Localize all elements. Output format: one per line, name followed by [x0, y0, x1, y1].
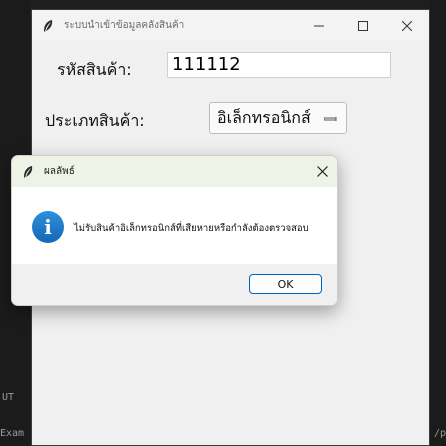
dialog-titlebar[interactable]: ผลลัพธ์ [12, 156, 337, 187]
minimize-button[interactable] [297, 10, 341, 41]
maximize-icon [358, 20, 368, 31]
window-titlebar[interactable]: ระบบนำเข้าข้อมูลคลังสินค้า [32, 10, 429, 41]
close-icon [402, 20, 412, 31]
background-panel-right [430, 0, 446, 446]
ok-button[interactable]: OK [249, 274, 322, 294]
info-icon: i [32, 211, 64, 243]
product-code-label: รหัสสินค้า: [57, 60, 132, 79]
option-menu-indicator-icon [324, 117, 337, 121]
dialog-close-button[interactable] [307, 156, 337, 187]
feather-icon [42, 19, 56, 33]
product-code-input[interactable]: 111112 [167, 52, 391, 78]
dialog-body: i ไม่รับสินค้าอิเล็กทรอนิกส์ที่เสียหายหร… [12, 187, 337, 264]
dialog-title: ผลลัพธ์ [44, 166, 75, 177]
dialog-footer: OK [12, 264, 337, 305]
message-dialog: ผลลัพธ์ i ไม่รับสินค้าอิเล็กทรอนิกส์ที่เ… [11, 155, 338, 306]
background-text: /p [434, 428, 446, 439]
product-type-dropdown[interactable]: อิเล็กทรอนิกส์ [209, 102, 347, 134]
minimize-icon [314, 25, 324, 26]
close-button[interactable] [385, 10, 429, 41]
window-title: ระบบนำเข้าข้อมูลคลังสินค้า [64, 20, 185, 31]
background-text: UT [2, 392, 15, 403]
feather-icon [22, 165, 36, 179]
dialog-message: ไม่รับสินค้าอิเล็กทรอนิกส์ที่เสียหายหรือ… [74, 223, 309, 234]
product-type-label: ประเภทสินค้า: [45, 111, 145, 130]
close-icon [316, 166, 328, 177]
background-text: Exam [0, 428, 25, 439]
product-type-selected: อิเล็กทรอนิกส์ [217, 107, 311, 127]
maximize-button[interactable] [341, 10, 385, 41]
